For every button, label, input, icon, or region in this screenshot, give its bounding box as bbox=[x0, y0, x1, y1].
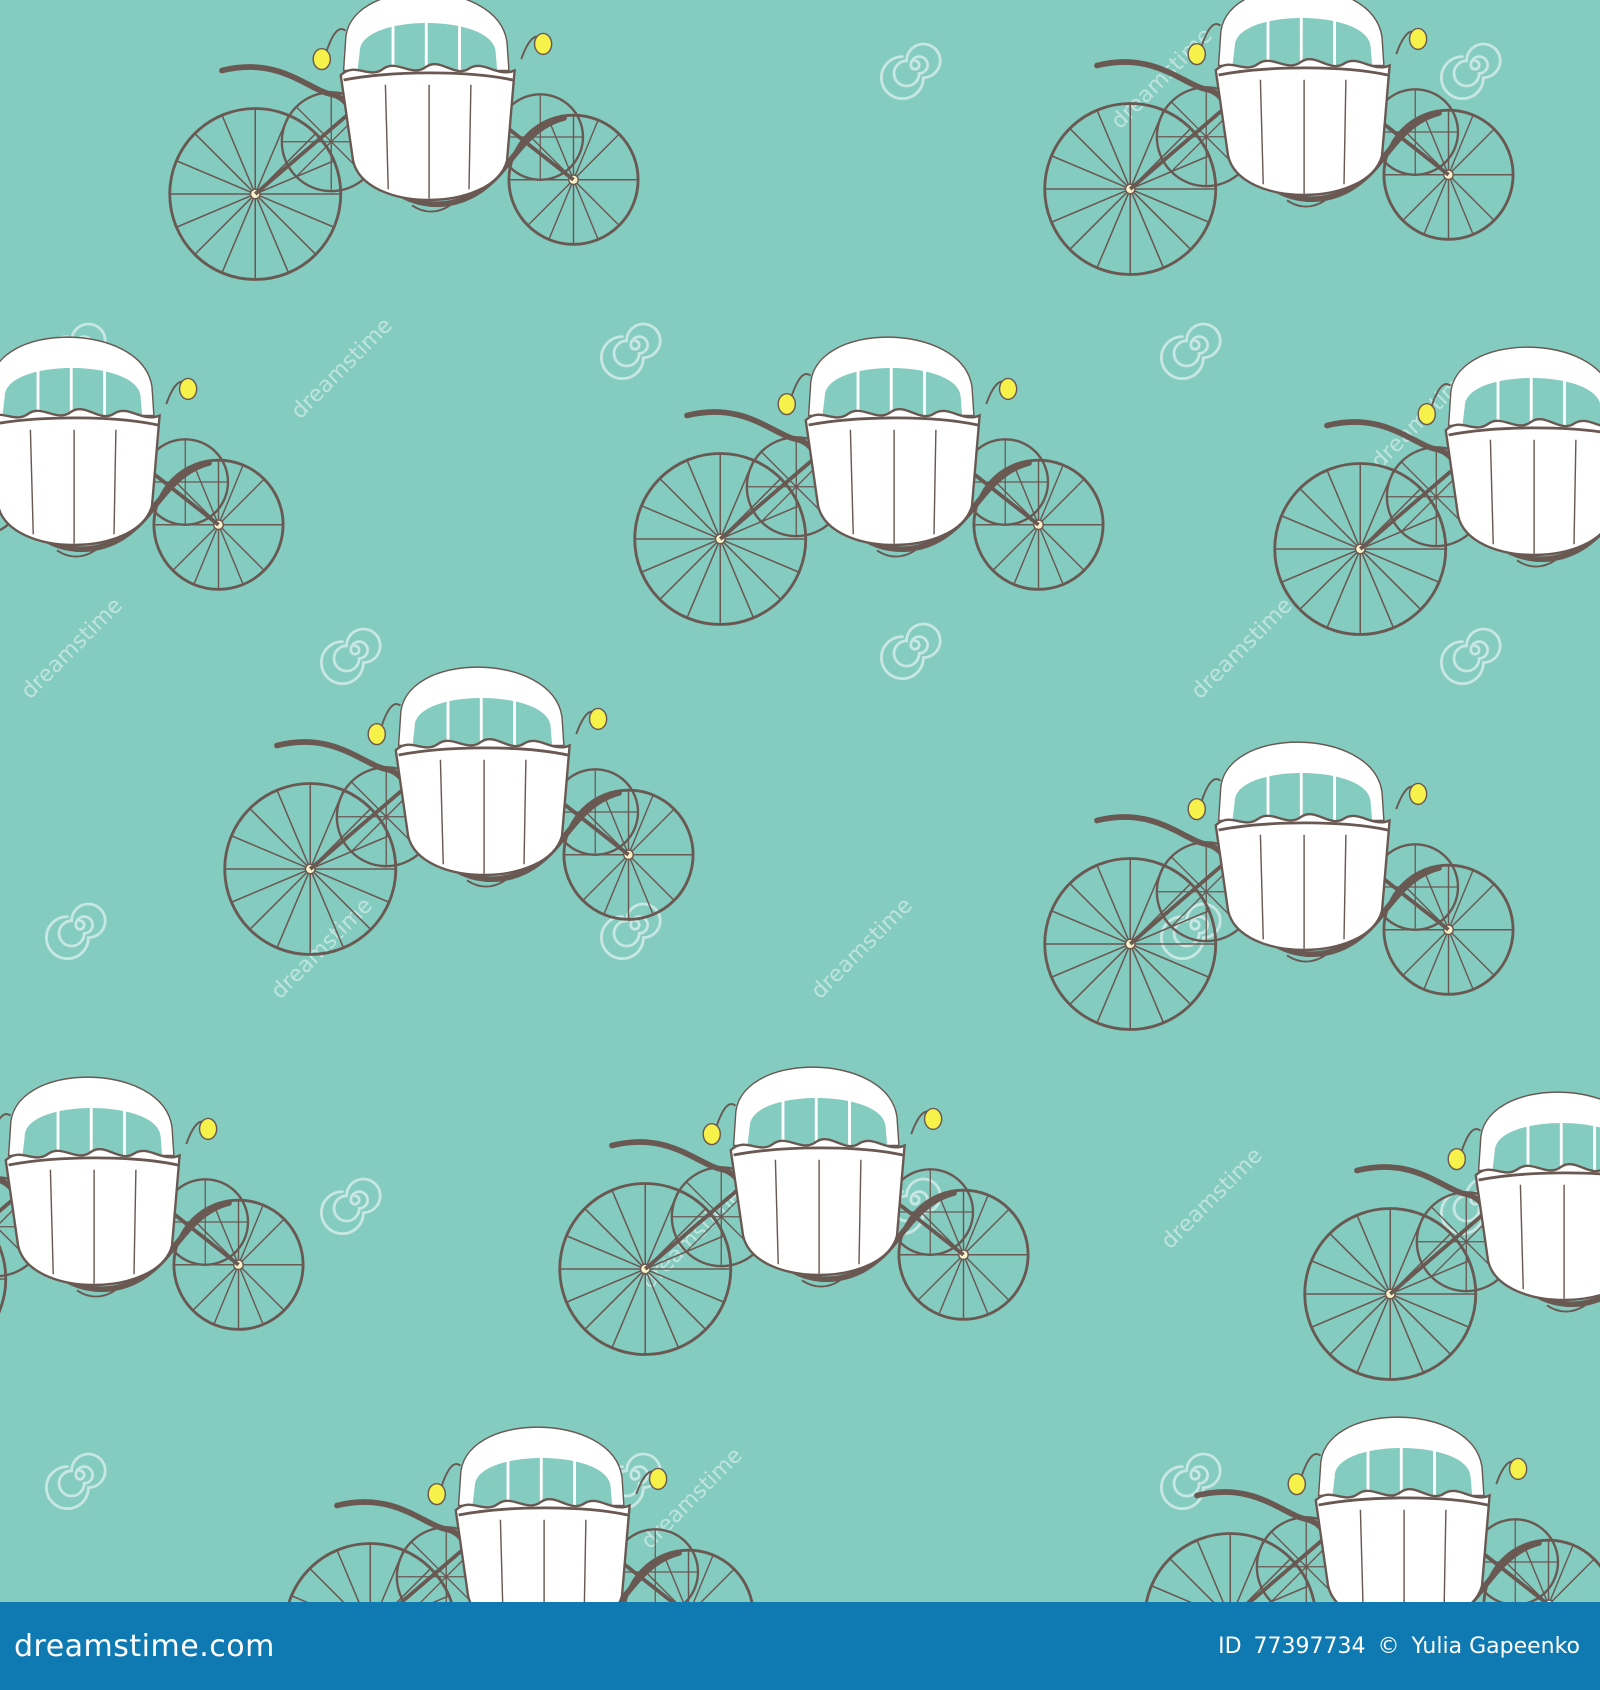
footer-attribution: ID 77397734 © Yulia Gapeenko bbox=[1218, 1634, 1580, 1659]
footer-id-value: 77397734 bbox=[1253, 1633, 1366, 1659]
footer-author[interactable]: Yulia Gapeenko bbox=[1412, 1634, 1580, 1659]
footer-site-name[interactable]: dreamstime.com bbox=[14, 1629, 275, 1664]
carriage-pattern: dreamstime dreamstime dreamstime dreamstime… bbox=[0, 0, 1600, 1602]
footer-bar: dreamstime.com ID 77397734 © Yulia Gapee… bbox=[0, 1602, 1600, 1690]
footer-copyright-symbol: © bbox=[1377, 1633, 1400, 1659]
pattern-svg: dreamstimedreamstimedreamstime dreamstime… bbox=[0, 0, 1600, 1602]
footer-id-label: ID bbox=[1218, 1633, 1242, 1659]
image-canvas: dreamstime dreamstime dreamstime dreamstime… bbox=[0, 0, 1600, 1690]
